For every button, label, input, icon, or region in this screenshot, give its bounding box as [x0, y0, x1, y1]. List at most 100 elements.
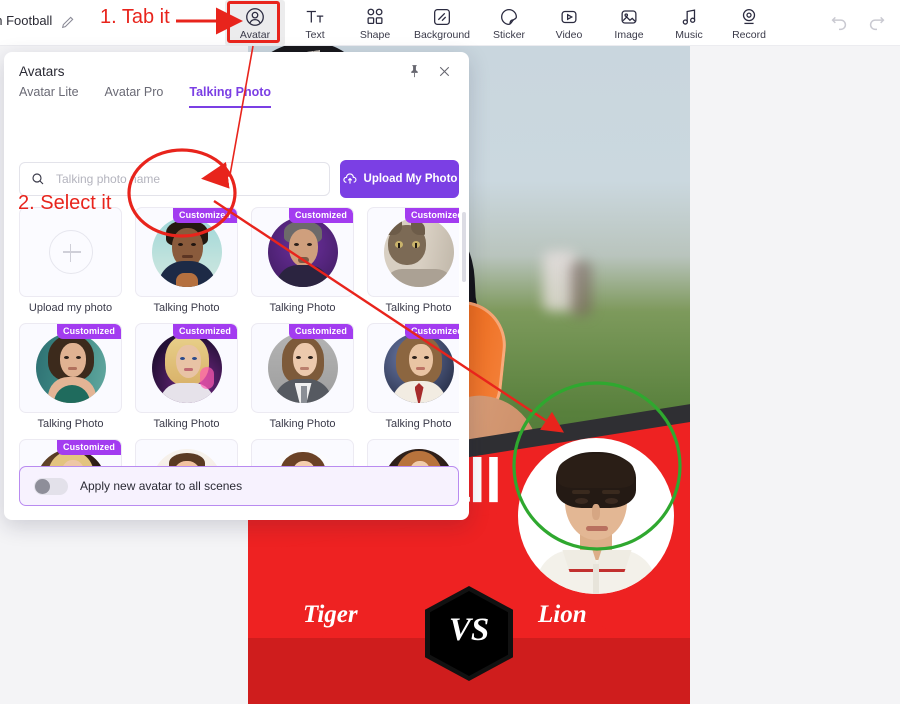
canvas-blurred-player-far-2 — [570, 261, 592, 316]
grid-cell-avatar: Customized Talking Photo — [135, 207, 238, 314]
canvas-avatar-mouth — [586, 526, 608, 531]
sticker-icon — [498, 6, 520, 28]
music-icon — [678, 6, 700, 28]
tool-shape-label: Shape — [359, 28, 391, 41]
tool-text[interactable]: Text — [285, 0, 345, 46]
avatar-card-grey-business-woman[interactable]: Customized — [251, 323, 354, 413]
tab-avatar-lite[interactable]: Avatar Lite — [19, 85, 79, 108]
grid-cell-avatar: Customized Talking Photo — [251, 207, 354, 314]
canvas-avatar-nose — [592, 504, 600, 520]
customized-badge: Customized — [172, 324, 237, 339]
tool-record[interactable]: Record — [719, 0, 779, 46]
cloud-upload-icon — [342, 171, 358, 187]
avatar-caption: Talking Photo — [37, 418, 104, 430]
avatar-caption: Talking Photo — [269, 418, 336, 430]
avatar-thumb — [383, 333, 454, 403]
avatar-art-purple-man — [267, 217, 338, 287]
canvas-placed-avatar[interactable] — [518, 438, 674, 594]
upload-my-photo-button[interactable]: Upload My Photo — [340, 160, 459, 198]
avatar-card-cat[interactable]: Customized — [367, 207, 459, 297]
canvas-avatar-brow-right — [602, 490, 620, 494]
tool-background-label: Background — [413, 28, 471, 41]
tool-video-label: Video — [555, 28, 583, 41]
image-icon — [618, 6, 640, 28]
upload-my-photo-caption: Upload my photo — [28, 302, 113, 314]
avatar-art-grey-business-woman — [267, 333, 338, 403]
grid-cell-upload: Upload my photo — [19, 207, 122, 314]
canvas-team-right-label[interactable]: Lion — [538, 601, 587, 629]
avatar-art-neon-blonde — [151, 333, 222, 403]
tool-background[interactable]: Background — [405, 0, 479, 46]
avatar-thumb — [383, 217, 454, 287]
grid-cell-avatar: Customized Talking Photo — [19, 323, 122, 430]
tool-avatar-label: Avatar — [239, 28, 271, 41]
grid-cell-avatar: Customized Talking Photo — [135, 323, 238, 430]
customized-badge: Customized — [56, 324, 121, 339]
tool-avatar[interactable]: Avatar — [225, 0, 285, 46]
search-icon — [30, 171, 46, 187]
avatar-caption: Talking Photo — [153, 302, 220, 314]
avatar-art-green-woman — [35, 333, 106, 403]
pin-icon[interactable] — [406, 63, 423, 80]
avatar-caption: Talking Photo — [385, 302, 452, 314]
avatar-card-green-woman[interactable]: Customized — [19, 323, 122, 413]
upload-my-photo-card[interactable] — [19, 207, 122, 297]
stage-right-gutter — [690, 46, 900, 704]
grid-cell-avatar: Customized Talking Photo — [367, 207, 459, 314]
apply-all-scenes-label: Apply new avatar to all scenes — [80, 479, 243, 493]
tool-music-label: Music — [675, 28, 703, 41]
tool-sticker[interactable]: Sticker — [479, 0, 539, 46]
canvas-versus-label[interactable]: VS — [425, 612, 513, 649]
redo-icon[interactable] — [866, 11, 888, 33]
customized-badge: Customized — [288, 208, 353, 223]
avatar-card-neon-blonde[interactable]: Customized — [135, 323, 238, 413]
tab-talking-photo[interactable]: Talking Photo — [189, 85, 272, 108]
avatar-thumb — [35, 333, 106, 403]
avatar-card-football-man[interactable]: Customized — [135, 207, 238, 297]
avatar-art-schoolgirl-tie — [383, 333, 454, 403]
avatar-thumb — [151, 217, 222, 287]
tool-music[interactable]: Music — [659, 0, 719, 46]
customized-badge: Customized — [56, 440, 121, 455]
customized-badge: Customized — [404, 208, 459, 223]
grid-cell-avatar: Customized Talking Photo — [251, 323, 354, 430]
tool-image-label: Image — [614, 28, 644, 41]
apply-all-scenes-toggle[interactable] — [34, 477, 68, 495]
document-title: an Football — [0, 13, 53, 28]
tool-image[interactable]: Image — [599, 0, 659, 46]
pencil-icon[interactable] — [60, 14, 76, 30]
tool-video[interactable]: Video — [539, 0, 599, 46]
canvas-avatar-hair-front — [558, 454, 634, 488]
tool-text-label: Text — [305, 28, 325, 41]
avatar-card-schoolgirl-tie[interactable]: Customized — [367, 323, 459, 413]
avatar-grid-row: Upload my photo Customized Talking Photo… — [19, 207, 459, 314]
apply-all-scenes-row: Apply new avatar to all scenes — [19, 466, 459, 506]
avatar-caption: Talking Photo — [385, 418, 452, 430]
avatar-card-purple-man[interactable]: Customized — [251, 207, 354, 297]
customized-badge: Customized — [404, 324, 459, 339]
search-box[interactable] — [19, 162, 330, 196]
avatar-art-football-man — [151, 217, 222, 287]
panel-tabs: Avatar Lite Avatar Pro Talking Photo — [19, 85, 272, 108]
avatar-thumb — [151, 333, 222, 403]
customized-badge: Customized — [288, 324, 353, 339]
search-input[interactable] — [54, 171, 304, 187]
canvas-avatar-brow-left — [572, 490, 590, 494]
grid-cell-avatar: Customized Talking Photo — [367, 323, 459, 430]
history-controls — [828, 11, 888, 33]
shape-icon — [364, 6, 386, 28]
tab-avatar-pro[interactable]: Avatar Pro — [105, 85, 164, 108]
undo-icon[interactable] — [828, 11, 850, 33]
background-icon — [431, 6, 453, 28]
tool-sticker-label: Sticker — [492, 28, 526, 41]
text-icon — [304, 6, 326, 28]
canvas-team-left-label[interactable]: Tiger — [303, 601, 358, 629]
record-icon — [738, 6, 760, 28]
tool-shape[interactable]: Shape — [345, 0, 405, 46]
panel-scrollbar[interactable] — [462, 212, 466, 282]
tool-record-label: Record — [732, 28, 766, 41]
avatar-icon — [244, 6, 266, 28]
customized-badge: Customized — [172, 208, 237, 223]
close-icon[interactable] — [436, 63, 453, 80]
top-toolbar: an Football Avatar Text — [0, 0, 900, 46]
